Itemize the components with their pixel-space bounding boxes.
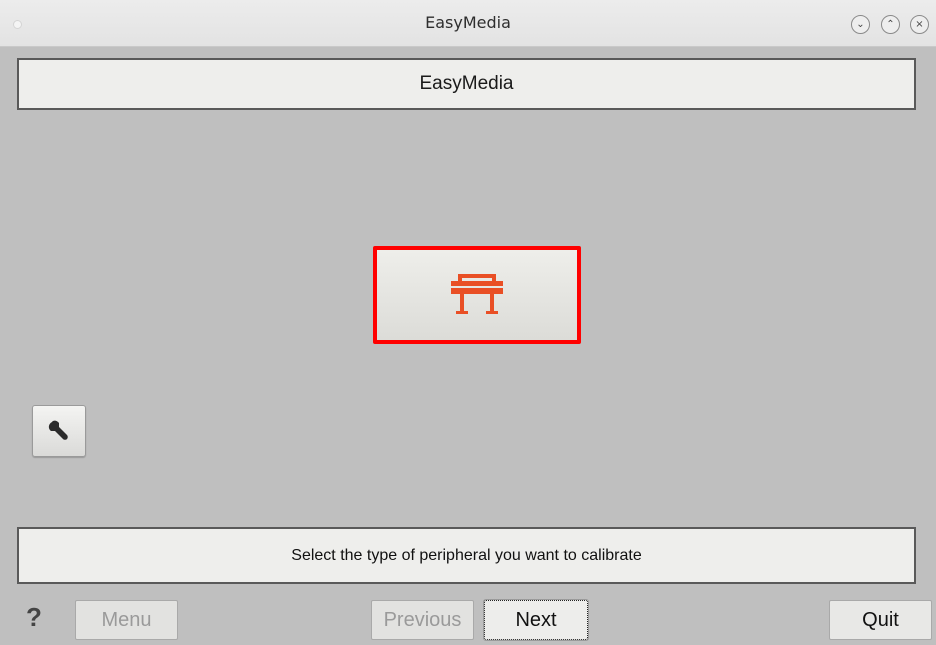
previous-button[interactable]: Previous (371, 600, 474, 640)
maximize-icon[interactable]: ⌃ (881, 15, 900, 34)
window-titlebar: EasyMedia ⌄ ⌃ × (0, 0, 936, 47)
close-icon[interactable]: × (910, 15, 929, 34)
window-title: EasyMedia (425, 13, 511, 32)
help-button[interactable]: ? (26, 602, 42, 633)
minimize-icon[interactable]: ⌄ (851, 15, 870, 34)
printer-icon (451, 274, 503, 314)
quit-button[interactable]: Quit (829, 600, 932, 640)
printer-type-button[interactable] (373, 246, 581, 344)
menu-button[interactable]: Menu (75, 600, 178, 640)
app-header: EasyMedia (17, 58, 916, 110)
wrench-icon (48, 420, 68, 440)
next-button[interactable]: Next (483, 599, 589, 641)
settings-tool-button[interactable] (32, 405, 86, 457)
status-message: Select the type of peripheral you want t… (17, 527, 916, 584)
